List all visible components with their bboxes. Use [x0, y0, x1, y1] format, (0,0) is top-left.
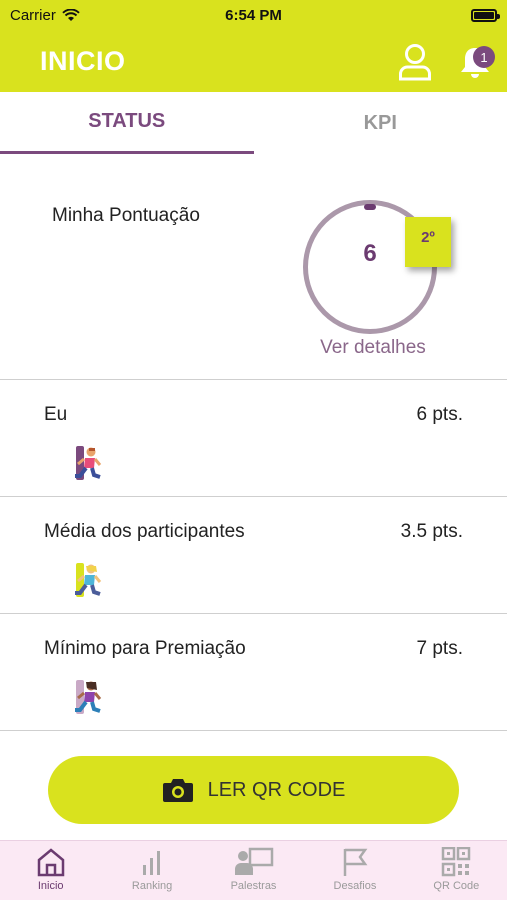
- notifications-button[interactable]: 1: [455, 42, 495, 82]
- home-icon: [37, 848, 64, 877]
- tabbar-label: Inicio: [37, 880, 64, 892]
- status-bar: Carrier 6:54 PM: [0, 0, 507, 30]
- notification-badge: 1: [473, 46, 495, 68]
- tab-bar: STATUS KPI: [0, 92, 507, 154]
- scan-qr-button[interactable]: LER QR CODE: [48, 756, 459, 824]
- carrier-label: Carrier: [10, 6, 56, 24]
- score-section: Minha Pontuação 6 2º Ver detalhes: [0, 155, 507, 380]
- row-value: 6 pts.: [416, 404, 463, 425]
- runner-blonde-icon: [75, 564, 102, 596]
- ring-marker: [364, 204, 376, 210]
- battery-icon: [471, 8, 500, 22]
- tabbar-item-qr-code[interactable]: QR Code: [406, 841, 507, 900]
- progress-track: [70, 680, 440, 714]
- presentation-icon: [234, 847, 273, 875]
- row-label: Eu: [44, 404, 68, 425]
- bar-chart-icon: [143, 851, 161, 875]
- score-label: Minha Pontuação: [52, 205, 200, 226]
- row-label: Mínimo para Premiação: [44, 638, 246, 659]
- runner-pink-icon: [75, 447, 102, 479]
- tabbar-label: Ranking: [131, 880, 173, 892]
- progress-row-me: Eu 6 pts.: [0, 380, 507, 497]
- camera-icon: [162, 779, 193, 802]
- progress-track: [70, 563, 440, 597]
- tabbar-item-inicio[interactable]: Inicio: [0, 841, 101, 900]
- app-header: INICIO 1: [0, 30, 507, 92]
- bottom-tab-bar: Inicio Ranking Palestras Desafios QR Cod…: [0, 840, 507, 900]
- wifi-icon: [62, 8, 80, 21]
- scan-button-label: LER QR CODE: [207, 778, 346, 801]
- header-actions: 1: [395, 42, 495, 82]
- progress-track: [70, 446, 440, 480]
- tabbar-label: QR Code: [433, 880, 480, 892]
- flag-icon: [343, 848, 368, 876]
- row-label: Média dos participantes: [44, 521, 245, 542]
- row-value: 7 pts.: [416, 638, 463, 659]
- view-details-link[interactable]: Ver detalhes: [303, 337, 443, 359]
- carrier-info: Carrier: [10, 7, 80, 24]
- profile-button[interactable]: [395, 42, 435, 82]
- tab-kpi[interactable]: KPI: [254, 92, 507, 154]
- tab-status[interactable]: STATUS: [0, 92, 254, 154]
- rank-badge: 2º: [405, 217, 451, 267]
- tabbar-label: Desafios: [333, 880, 377, 892]
- tabbar-item-ranking[interactable]: Ranking: [101, 841, 202, 900]
- progress-row-average: Média dos participantes 3.5 pts.: [0, 497, 507, 614]
- user-icon: [399, 44, 431, 81]
- tabbar-label: Palestras: [230, 880, 277, 892]
- row-value: 3.5 pts.: [400, 521, 463, 542]
- qr-code-icon: [442, 847, 471, 877]
- progress-row-minimum: Mínimo para Premiação 7 pts.: [0, 614, 507, 731]
- tabbar-item-palestras[interactable]: Palestras: [203, 841, 304, 900]
- tabbar-item-desafios[interactable]: Desafios: [304, 841, 405, 900]
- page-title: INICIO: [40, 45, 126, 76]
- runner-purple-icon: [75, 681, 102, 713]
